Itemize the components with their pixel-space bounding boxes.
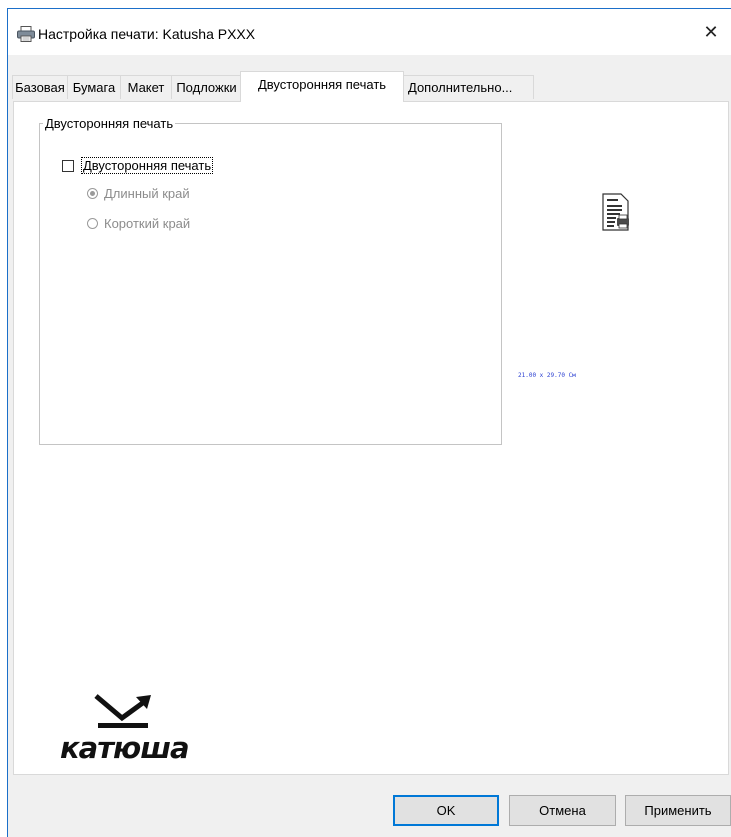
ok-button[interactable]: OK [393,795,499,826]
window-title: Настройка печати: Katusha PXXX [38,26,256,42]
tab-strip: Базовая Бумага Макет Подложки Двусторонн… [8,55,731,102]
close-button[interactable]: ✕ [691,9,731,55]
tab-duplex[interactable]: Двусторонняя печать [240,71,404,102]
printer-icon [17,26,35,42]
title-bar: Настройка печати: Katusha PXXX ✕ [8,9,731,55]
print-settings-dialog: Настройка печати: Katusha PXXX ✕ Базовая… [7,8,731,837]
long-edge-label: Длинный край [104,186,190,201]
short-edge-label: Короткий край [104,216,191,231]
duplex-group: Двусторонняя печать Двусторонняя печать … [39,116,502,445]
tab-page-duplex: Двусторонняя печать Двусторонняя печать … [13,101,729,775]
paper-size-label: 21.00 x 29.70 См [518,372,576,379]
tab-basic[interactable]: Базовая [12,75,68,99]
tab-watermarks[interactable]: Подложки [171,75,242,99]
duplex-checkbox-label[interactable]: Двусторонняя печать [81,157,214,174]
tab-advanced[interactable]: Дополнительно... [403,75,534,99]
long-edge-radio[interactable] [87,188,98,199]
group-title: Двусторонняя печать [43,116,176,131]
long-edge-option[interactable]: Длинный край [87,186,190,201]
short-edge-option[interactable]: Короткий край [87,216,190,231]
document-printer-icon [602,193,629,231]
short-edge-radio[interactable] [87,218,98,229]
duplex-checkbox[interactable] [62,159,74,172]
apply-button[interactable]: Применить [625,795,731,826]
tab-paper[interactable]: Бумага [67,75,121,99]
cancel-button[interactable]: Отмена [509,795,616,826]
tab-layout[interactable]: Макет [120,75,172,99]
duplex-checkbox-row[interactable]: Двусторонняя печать [62,157,214,174]
katusha-logo: катюша [60,694,190,764]
logo-text: катюша [60,731,189,764]
